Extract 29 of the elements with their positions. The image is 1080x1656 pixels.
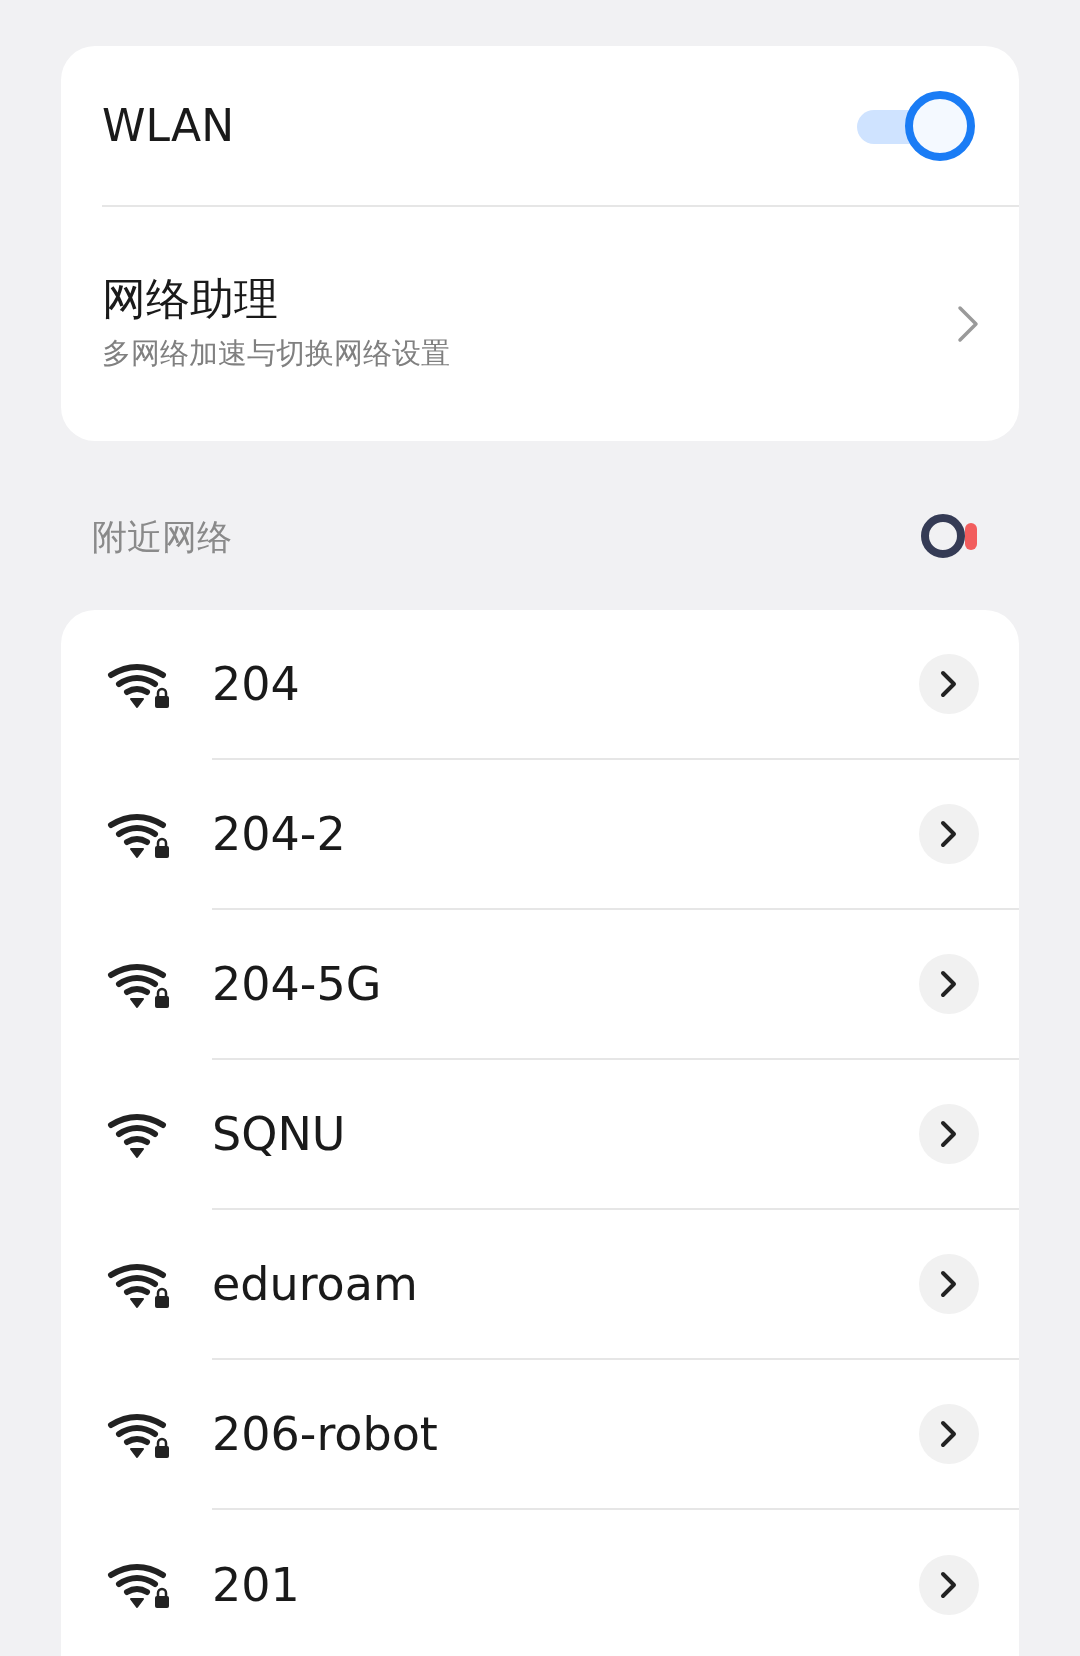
assistant-subtitle: 多网络加速与切换网络设置 xyxy=(102,334,450,372)
network-item[interactable]: 204-5G xyxy=(61,910,1019,1060)
chevron-right-icon xyxy=(940,670,958,698)
network-name: SQNU xyxy=(212,1105,346,1163)
network-name: 204-2 xyxy=(212,805,346,863)
assistant-title: 网络助理 xyxy=(102,272,279,326)
section-header: 附近网络 xyxy=(92,516,232,559)
network-item[interactable]: SQNU xyxy=(61,1060,1019,1210)
network-item[interactable]: 204 xyxy=(61,610,1019,760)
chevron-right-icon xyxy=(940,1120,958,1148)
network-item[interactable]: eduroam xyxy=(61,1210,1019,1360)
wlan-label: WLAN xyxy=(102,98,235,153)
network-name: 201 xyxy=(212,1556,300,1614)
network-item[interactable]: 204-2 xyxy=(61,760,1019,910)
network-item[interactable]: 201 xyxy=(61,1510,1019,1656)
chevron-right-icon xyxy=(940,1270,958,1298)
network-assistant-item[interactable]: 网络助理 多网络加速与切换网络设置 xyxy=(61,207,1019,441)
network-item[interactable]: 206-robot xyxy=(61,1360,1019,1510)
scanning-icon xyxy=(921,513,979,559)
chevron-right-icon xyxy=(957,305,979,343)
network-name: 204-5G xyxy=(212,955,382,1013)
network-name: 206-robot xyxy=(212,1405,438,1463)
chevron-right-icon xyxy=(940,1571,958,1599)
network-name: 204 xyxy=(212,655,300,713)
chevron-right-icon xyxy=(940,970,958,998)
chevron-right-icon xyxy=(940,1420,958,1448)
chevron-right-icon xyxy=(940,820,958,848)
network-name: eduroam xyxy=(212,1255,418,1313)
wlan-toggle[interactable] xyxy=(857,90,975,161)
